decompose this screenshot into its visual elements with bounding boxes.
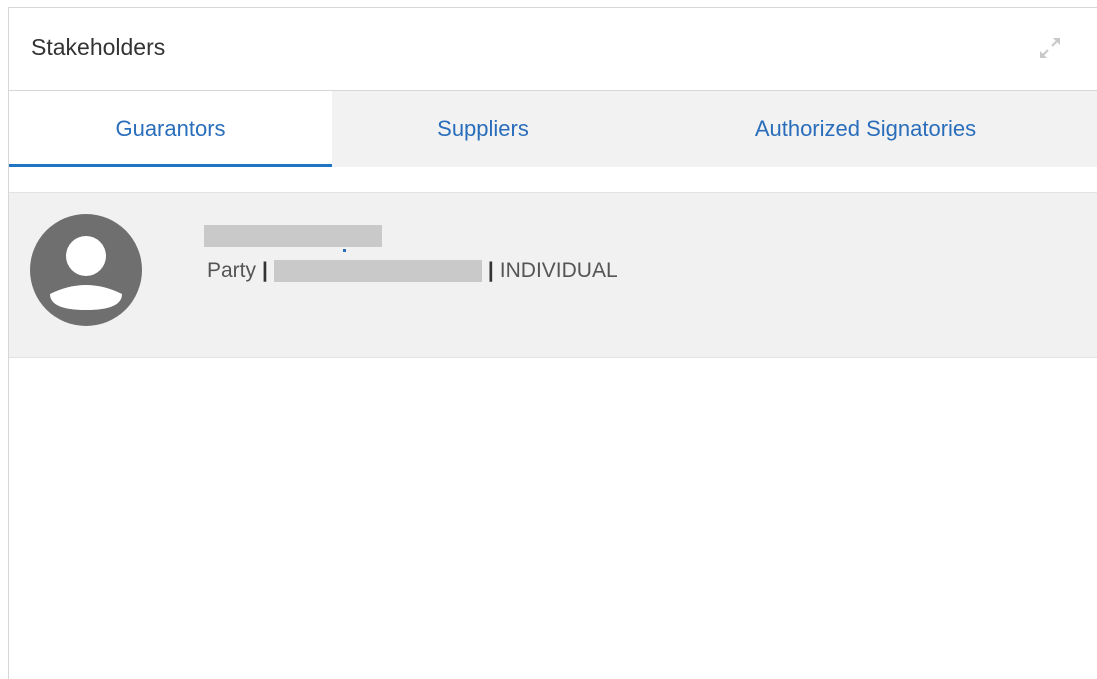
party-category: INDIVIDUAL	[499, 259, 618, 282]
panel-header: Stakeholders	[9, 8, 1097, 91]
stakeholders-panel: Stakeholders Guarantors Suppliers Author…	[8, 7, 1097, 679]
tab-authorized-signatories[interactable]: Authorized Signatories	[634, 91, 1097, 167]
stakeholder-tabs: Guarantors Suppliers Authorized Signator…	[9, 91, 1097, 167]
party-type-label: Party	[207, 259, 257, 282]
list-item[interactable]: Party | | INDIVIDUAL	[9, 192, 1097, 358]
tab-guarantors[interactable]: Guarantors	[9, 91, 332, 167]
expand-icon[interactable]	[1037, 35, 1063, 61]
separator: |	[487, 259, 494, 282]
guarantor-list: Party | | INDIVIDUAL	[9, 192, 1097, 358]
item-meta: Party | | INDIVIDUAL	[207, 259, 618, 283]
redacted-party-id	[273, 260, 482, 282]
tab-suppliers[interactable]: Suppliers	[332, 91, 634, 167]
separator: |	[262, 259, 268, 282]
panel-title: Stakeholders	[31, 34, 166, 60]
user-avatar-icon	[30, 214, 142, 326]
redacted-name[interactable]	[204, 225, 382, 247]
name-link-fragment	[343, 249, 346, 252]
